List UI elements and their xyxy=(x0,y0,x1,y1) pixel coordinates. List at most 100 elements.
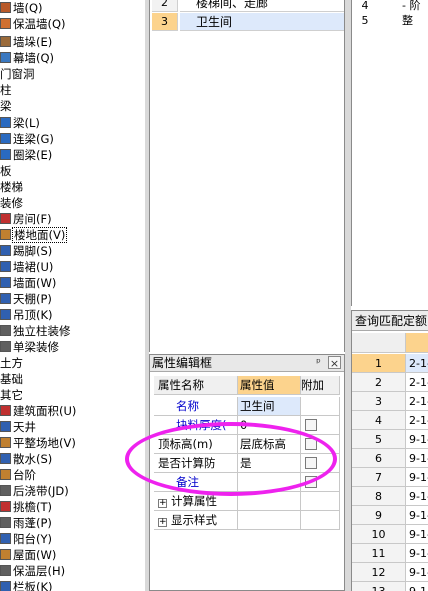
tree-item[interactable]: 保温层(H) xyxy=(0,563,65,579)
table-row[interactable]: 69-1- xyxy=(352,449,428,468)
property-row[interactable]: + 显示样式 xyxy=(154,511,340,530)
attach-checkbox[interactable] xyxy=(305,457,317,469)
table-row[interactable]: 119-1- xyxy=(352,544,428,563)
tree-item[interactable]: 建筑面积(U) xyxy=(0,403,76,419)
table-row[interactable]: 22-1- xyxy=(352,373,428,392)
pin-icon[interactable]: ᵖ xyxy=(312,356,325,369)
tree-item[interactable]: 梁(L) xyxy=(0,115,40,131)
table-row[interactable]: 12-1- xyxy=(352,354,428,373)
property-value[interactable]: 层底标高 xyxy=(238,435,301,454)
tree-item[interactable]: 墙(Q) xyxy=(0,0,43,16)
attach-checkbox[interactable] xyxy=(305,419,317,431)
tree-item[interactable]: 屋面(W) xyxy=(0,547,56,563)
list-item[interactable]: 5整 xyxy=(352,13,428,28)
property-attach xyxy=(301,397,340,416)
property-row[interactable]: + 计算属性 xyxy=(154,492,340,511)
beam-icon xyxy=(0,117,11,128)
property-row[interactable]: 块料厚度(0 xyxy=(154,416,340,435)
tree-item[interactable]: 挑檐(T) xyxy=(0,499,52,515)
tree-item[interactable]: 门窗洞 xyxy=(0,66,35,82)
property-row[interactable]: 名称 卫生间 xyxy=(154,397,340,416)
table-row[interactable]: 139-1- xyxy=(352,582,428,591)
tree-item[interactable]: 房间(F) xyxy=(0,211,52,227)
tree-item[interactable]: 吊顶(K) xyxy=(0,307,53,323)
property-editor-title: 属性编辑框 xyxy=(152,356,213,370)
property-value[interactable] xyxy=(238,511,301,530)
tree-item[interactable]: 栏板(K) xyxy=(0,579,53,591)
tree-item[interactable]: 墙裙(U) xyxy=(0,259,53,275)
property-value[interactable]: 是 xyxy=(238,454,301,473)
expand-plus-icon[interactable]: + xyxy=(158,518,167,527)
post-cast-strip-icon xyxy=(0,485,11,496)
tree-item-label: 平整场地(V) xyxy=(13,436,76,450)
tree-item-label: 踢脚(S) xyxy=(13,244,53,258)
table-row[interactable]: 109-1- xyxy=(352,525,428,544)
tree-item[interactable]: 单梁装修 xyxy=(0,339,59,355)
tree-item[interactable]: 墙面(W) xyxy=(0,275,56,291)
table-row[interactable]: 32-1- xyxy=(352,392,428,411)
tree-item[interactable]: 散水(S) xyxy=(0,451,52,467)
tree-item[interactable]: 楼地面(V) xyxy=(0,227,68,243)
list-item[interactable]: 3 卫生间 xyxy=(150,13,344,31)
table-row[interactable]: 79-1- xyxy=(352,468,428,487)
header-property-value: 属性值 xyxy=(238,376,301,395)
tree-item[interactable]: 柱 xyxy=(0,82,12,98)
tree-item-label: 房间(F) xyxy=(13,212,52,226)
tree-item[interactable]: 连梁(G) xyxy=(0,131,54,147)
tree-item[interactable]: 其它 xyxy=(0,387,23,403)
tree-item-label: 吊顶(K) xyxy=(13,308,53,322)
row-number: 5 xyxy=(352,430,406,449)
property-name: 块料厚度( xyxy=(154,416,238,435)
tree-item[interactable]: 天井 xyxy=(0,419,36,435)
table-row[interactable]: 99-1- xyxy=(352,506,428,525)
tree-item[interactable]: 装修 xyxy=(0,195,23,211)
property-group[interactable]: + 显示样式 xyxy=(154,511,238,530)
close-icon[interactable]: × xyxy=(328,356,341,370)
property-value[interactable] xyxy=(238,473,301,492)
row-number: 3 xyxy=(152,13,178,31)
quota-code: 9-1- xyxy=(406,563,428,582)
tree-item-label: 装修 xyxy=(0,196,23,210)
tree-item[interactable]: 土方 xyxy=(0,355,23,371)
list-item[interactable]: 4 - 阶 xyxy=(352,0,428,13)
attach-checkbox[interactable] xyxy=(305,476,317,488)
tree-item[interactable]: 保温墙(Q) xyxy=(0,16,66,32)
row-name: 楼梯间、走廊 xyxy=(180,0,344,12)
table-row[interactable]: 42-1- xyxy=(352,411,428,430)
property-group[interactable]: + 计算属性 xyxy=(154,492,238,511)
tree-item[interactable]: 幕墙(Q) xyxy=(0,50,54,66)
row-number: 4 xyxy=(352,411,406,430)
tree-item[interactable]: 后浇带(JD) xyxy=(0,483,69,499)
tree-item[interactable]: 天棚(P) xyxy=(0,291,52,307)
tree-item[interactable]: 踢脚(S) xyxy=(0,243,52,259)
property-value[interactable]: 0 xyxy=(238,416,301,435)
tree-item[interactable]: 台阶 xyxy=(0,467,36,483)
curtain-wall-icon xyxy=(0,52,11,63)
tree-item[interactable]: 楼梯 xyxy=(0,179,23,195)
roof-icon xyxy=(0,549,11,560)
tree-item[interactable]: 独立柱装修 xyxy=(0,323,71,339)
tree-item[interactable]: 基础 xyxy=(0,371,23,387)
property-value[interactable]: 卫生间 xyxy=(238,397,301,416)
tree-item[interactable]: 圈梁(E) xyxy=(0,147,52,163)
table-row[interactable]: 89-1- xyxy=(352,487,428,506)
expand-plus-icon[interactable]: + xyxy=(158,499,167,508)
tree-item[interactable]: 雨蓬(P) xyxy=(0,515,52,531)
tree-item-label: 基础 xyxy=(0,372,23,386)
property-row[interactable]: 备注 xyxy=(154,473,340,492)
tree-item[interactable]: 平整场地(V) xyxy=(0,435,76,451)
tree-item[interactable]: 阳台(Y) xyxy=(0,531,52,547)
table-row[interactable]: 59-1- xyxy=(352,430,428,449)
property-row[interactable]: 是否计算防是 xyxy=(154,454,340,473)
property-value[interactable] xyxy=(238,492,301,511)
row-number: 3 xyxy=(352,392,406,411)
table-row[interactable]: 129-1- xyxy=(352,563,428,582)
tree-item[interactable]: 板 xyxy=(0,163,12,179)
attach-checkbox[interactable] xyxy=(305,438,317,450)
tree-item[interactable]: 墙垛(E) xyxy=(0,34,52,50)
quota-code: 9-1- xyxy=(406,487,428,506)
list-item[interactable]: 2 楼梯间、走廊 xyxy=(150,0,344,12)
tree-item[interactable]: 梁 xyxy=(0,98,12,114)
suspended-ceiling-icon xyxy=(0,309,11,320)
property-row[interactable]: 顶标高(m) 层底标高 xyxy=(154,435,340,454)
